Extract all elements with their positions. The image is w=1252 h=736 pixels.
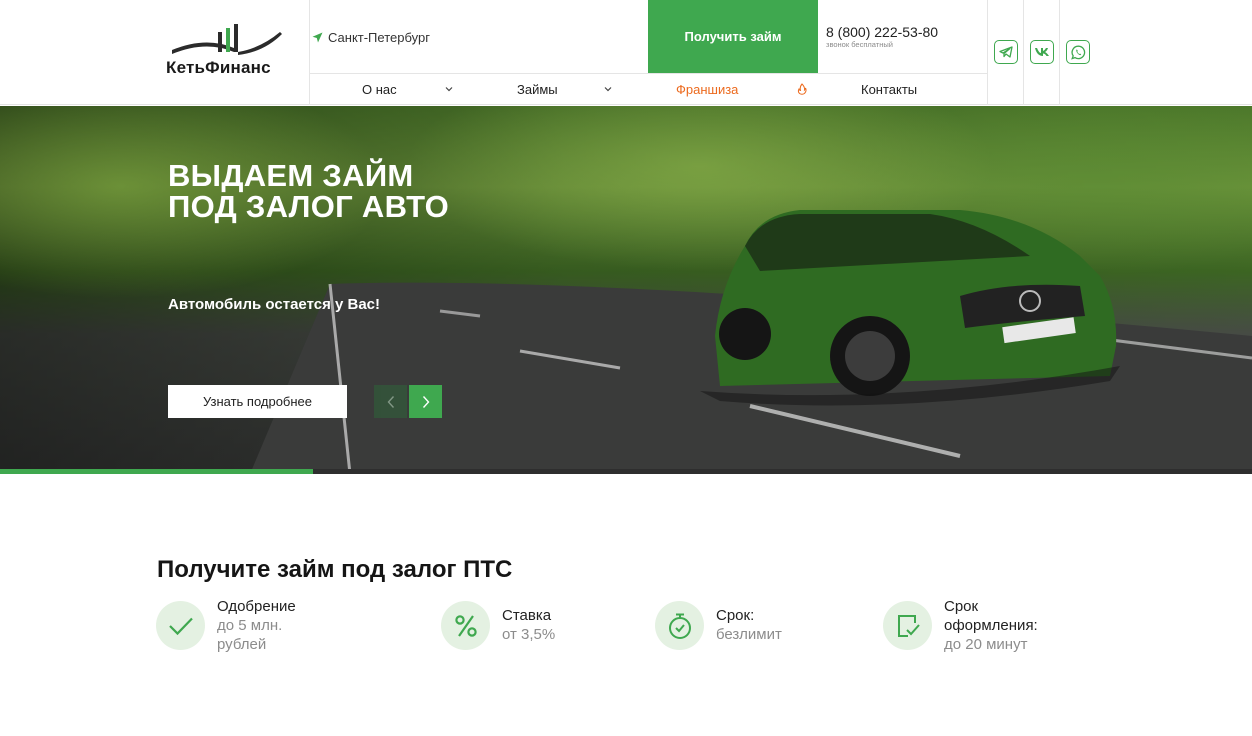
feature-processing-title-line: Срок (944, 598, 979, 615)
slide-progress-fill (0, 469, 313, 474)
telegram-icon (999, 46, 1013, 58)
feature-icon-processing (883, 601, 932, 650)
phone-note: звонок бесплатный (826, 40, 893, 49)
divider (309, 73, 988, 74)
percent-icon (454, 614, 477, 637)
nav-contacts-label: Контакты (861, 82, 918, 97)
nav-about[interactable]: О нас (362, 82, 397, 97)
feature-processing-value-line: до 20 минут (944, 636, 1028, 653)
section-title: Получите займ под залог ПТС (157, 556, 513, 583)
get-loan-button[interactable]: Получить займ (648, 0, 818, 73)
nav-loans-label: Займы (517, 82, 558, 97)
feature-term-value-line: безлимит (716, 626, 782, 643)
feature-processing-value: до 20 минут (944, 635, 1027, 654)
feature-processing-title-line: оформления: (944, 617, 1038, 634)
nav-franchise-label: Франшиза (676, 82, 739, 97)
document-check-icon (897, 614, 920, 637)
phone-number[interactable]: 8 (800) 222-53-80 (826, 24, 938, 40)
check-icon (168, 617, 193, 635)
feature-term-title: Срок: (716, 606, 754, 625)
hero-title: ВЫДАЕМ ЗАЙМ ПОД ЗАЛОГ АВТО (168, 160, 449, 222)
stopwatch-icon (668, 613, 691, 639)
fire-icon (797, 83, 807, 95)
feature-icon-rate (441, 601, 490, 650)
learn-more-button[interactable]: Узнать подробнее (168, 385, 347, 418)
feature-rate-title-line: Ставка (502, 607, 552, 624)
hero-title-line: ПОД ЗАЛОГ АВТО (168, 189, 449, 224)
feature-approval-value-line: до 5 млн. (217, 617, 283, 634)
slider-next-button[interactable] (409, 385, 442, 418)
feature-icon-approval (156, 601, 205, 650)
divider (1023, 0, 1024, 105)
location-arrow-icon (312, 32, 323, 42)
feature-term-value: безлимит (716, 625, 782, 644)
divider (309, 0, 310, 105)
feature-rate-value: от 3,5% (502, 625, 555, 644)
feature-rate-value-line: от 3,5% (502, 626, 556, 643)
city-selector[interactable]: Санкт-Петербург (312, 28, 430, 46)
feature-term-title-line: Срок: (716, 607, 755, 624)
hero-subtitle: Автомобиль остается у Вас! (168, 296, 381, 313)
feature-approval-value: до 5 млн. рублей (217, 616, 282, 654)
feature-approval-title-line: Одобрение (217, 598, 296, 615)
chevron-down-icon[interactable] (603, 84, 613, 94)
hero-title-line: ВЫДАЕМ ЗАЙМ (168, 158, 414, 193)
chevron-right-icon (422, 395, 429, 408)
vk-icon (1035, 48, 1049, 56)
whatsapp-link[interactable] (1066, 40, 1090, 64)
feature-approval-title: Одобрение (217, 597, 296, 616)
logo-text: КетьФинанс (166, 58, 271, 77)
divider (987, 0, 988, 105)
hero-slider: ВЫДАЕМ ЗАЙМ ПОД ЗАЛОГ АВТО Автомобиль ос… (0, 106, 1252, 474)
feature-processing-title: Срок оформления: (944, 597, 1038, 635)
slider-prev-button[interactable] (374, 385, 407, 418)
nav-contacts[interactable]: Контакты (861, 82, 917, 97)
site-header: КетьФинанс Санкт-Петербург Получить займ… (0, 0, 1252, 105)
city-label: Санкт-Петербург (328, 29, 430, 45)
logo[interactable]: КетьФинанс (160, 18, 308, 88)
feature-rate-title: Ставка (502, 606, 551, 625)
vk-link[interactable] (1030, 40, 1054, 64)
nav-about-label: О нас (362, 82, 397, 97)
nav-franchise[interactable]: Франшиза (676, 82, 738, 97)
chevron-left-icon (387, 395, 394, 408)
whatsapp-icon (1070, 45, 1085, 60)
feature-icon-term (655, 601, 704, 650)
divider (1059, 0, 1060, 105)
telegram-link[interactable] (994, 40, 1018, 64)
slide-progress-bar (0, 469, 1252, 474)
chevron-down-icon[interactable] (444, 84, 454, 94)
feature-approval-value-line: рублей (217, 636, 267, 653)
nav-loans[interactable]: Займы (517, 82, 558, 97)
logo-mark-icon (172, 24, 282, 55)
